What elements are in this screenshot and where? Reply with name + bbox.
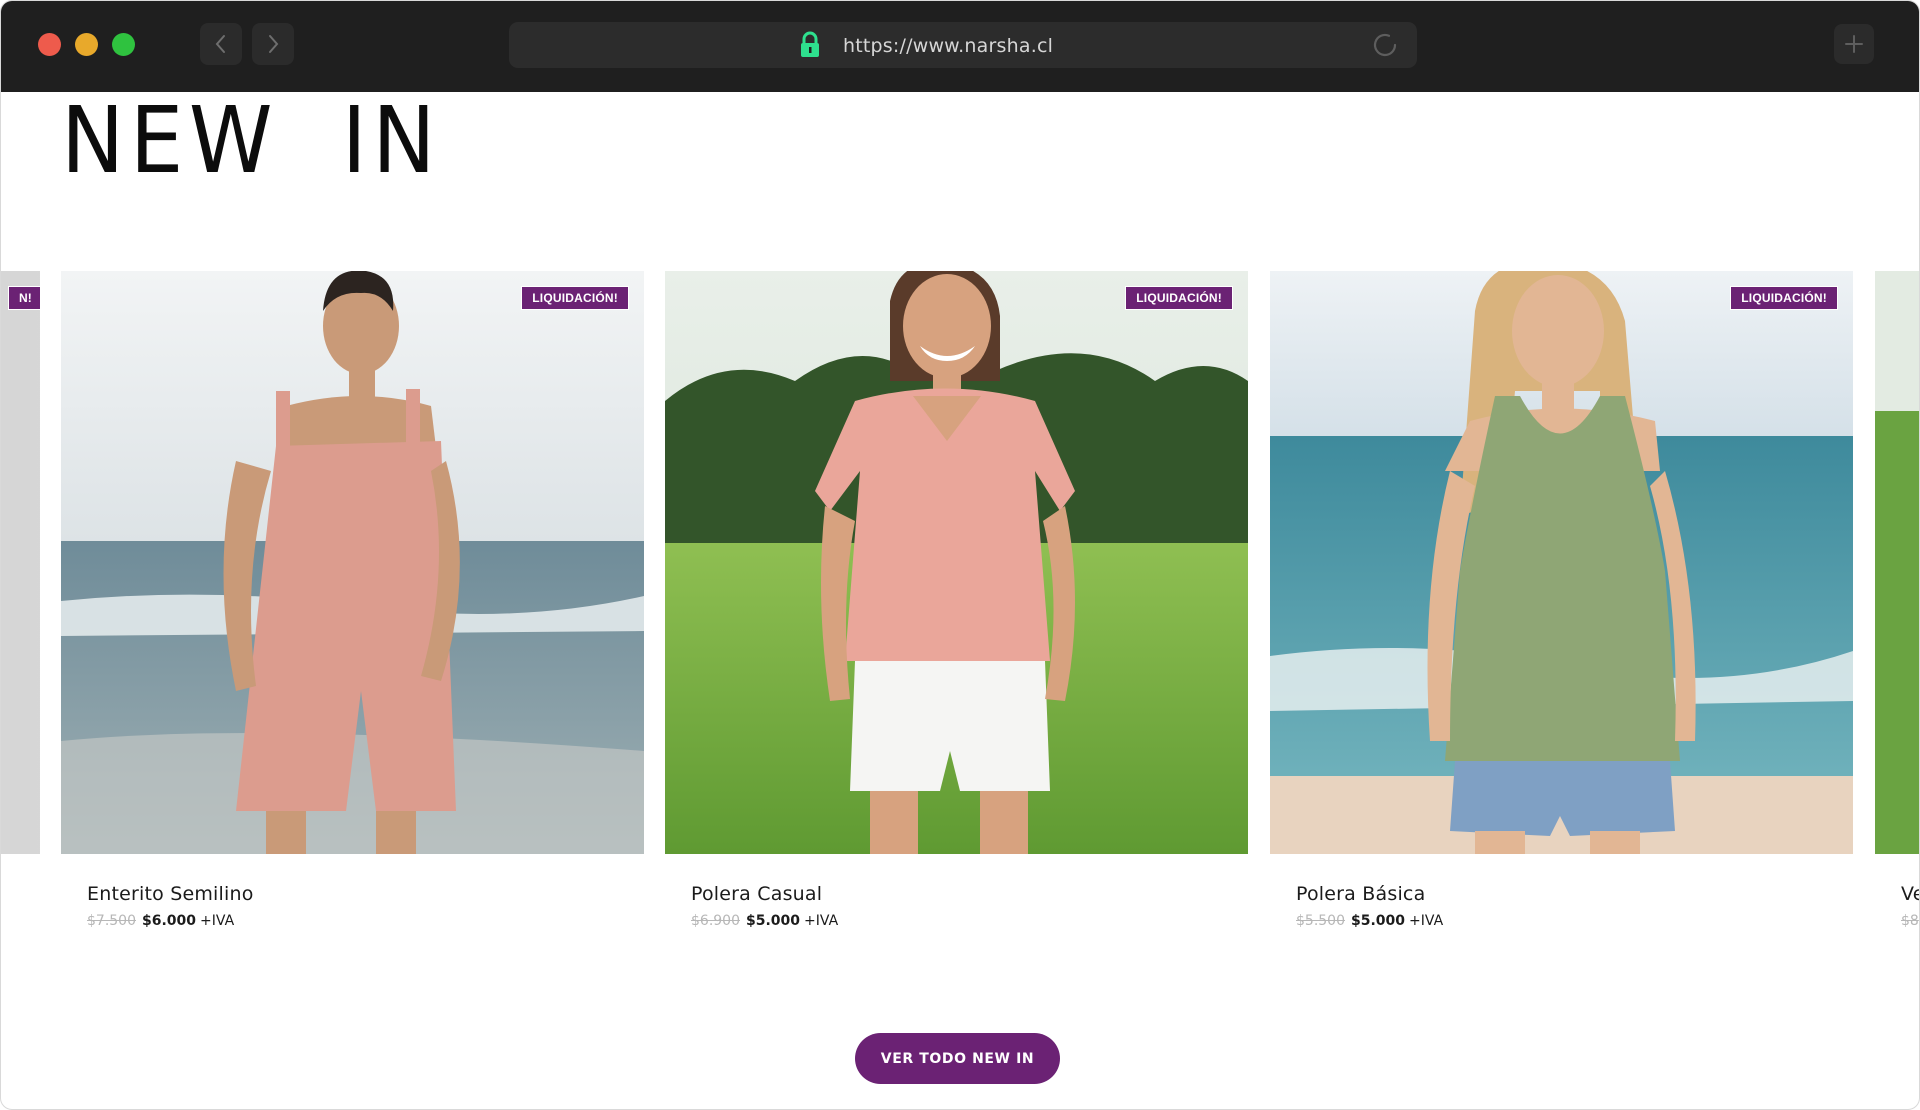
- sale-badge: LIQUIDACIÓN!: [1125, 286, 1233, 310]
- browser-window: https://www.narsha.cl NEW IN N! LIQUIDAC…: [0, 0, 1920, 1110]
- product-price: $7.500 $6.000 +IVA: [87, 913, 234, 929]
- chevron-right-icon: [269, 35, 279, 53]
- minimize-window-button[interactable]: [75, 33, 98, 56]
- product-name[interactable]: Ve: [1901, 883, 1919, 905]
- product-card[interactable]: LIQUIDACIÓN! Polera Casual $6.900 $5.000 +…: [665, 271, 1248, 929]
- view-all-new-in-button[interactable]: VER TODO NEW IN: [855, 1033, 1060, 1084]
- address-bar[interactable]: https://www.narsha.cl: [509, 22, 1417, 68]
- chevron-left-icon: [215, 35, 225, 53]
- product-image[interactable]: N!: [1, 271, 40, 854]
- product-image[interactable]: LIQUIDACIÓN!: [61, 271, 644, 854]
- product-card[interactable]: LIQUIDACIÓN! Enterito Semilino $7.500 $6.…: [61, 271, 644, 929]
- product-name[interactable]: Enterito Semilino: [87, 883, 254, 905]
- new-tab-button[interactable]: [1834, 24, 1874, 64]
- browser-toolbar: https://www.narsha.cl: [1, 1, 1919, 92]
- product-image[interactable]: LIQUIDACIÓN!: [1270, 271, 1853, 854]
- close-window-button[interactable]: [38, 33, 61, 56]
- product-card-partial-right[interactable]: Ve $8: [1875, 271, 1919, 929]
- sale-price: $5.000: [746, 913, 801, 929]
- tax-note: +IVA: [804, 913, 839, 929]
- product-price: $5.500 $5.000 +IVA: [1296, 913, 1443, 929]
- maximize-window-button[interactable]: [112, 33, 135, 56]
- sale-badge: N!: [7, 286, 40, 310]
- original-price: $7.500: [87, 913, 136, 929]
- product-image[interactable]: LIQUIDACIÓN!: [665, 271, 1248, 854]
- forward-button[interactable]: [252, 23, 294, 65]
- back-button[interactable]: [200, 23, 242, 65]
- reload-icon[interactable]: [1371, 31, 1399, 59]
- original-price: $6.900: [691, 913, 740, 929]
- product-card[interactable]: LIQUIDACIÓN! Polera Básica $5.500 $5.000 +…: [1270, 271, 1853, 929]
- product-name[interactable]: Polera Casual: [691, 883, 822, 905]
- product-price: $6.900 $5.000 +IVA: [691, 913, 838, 929]
- tax-note: +IVA: [200, 913, 235, 929]
- product-name[interactable]: Polera Básica: [1296, 883, 1425, 905]
- sale-badge: LIQUIDACIÓN!: [1730, 286, 1838, 310]
- section-title: NEW IN: [61, 87, 442, 194]
- lock-icon: [801, 31, 819, 57]
- product-price: $8: [1901, 913, 1919, 929]
- original-price: $5.500: [1296, 913, 1345, 929]
- product-carousel[interactable]: N! LIQUIDACIÓN! Enterito Semilino $7.500…: [1, 271, 1919, 971]
- plus-icon: [1845, 35, 1863, 53]
- tax-note: +IVA: [1409, 913, 1444, 929]
- sale-price: $6.000: [142, 913, 197, 929]
- url-text: https://www.narsha.cl: [843, 35, 1054, 57]
- sale-badge: LIQUIDACIÓN!: [521, 286, 629, 310]
- original-price: $8: [1901, 913, 1919, 929]
- product-card-partial-left[interactable]: N!: [1, 271, 40, 854]
- sale-price: $5.000: [1351, 913, 1406, 929]
- product-image[interactable]: [1875, 271, 1919, 854]
